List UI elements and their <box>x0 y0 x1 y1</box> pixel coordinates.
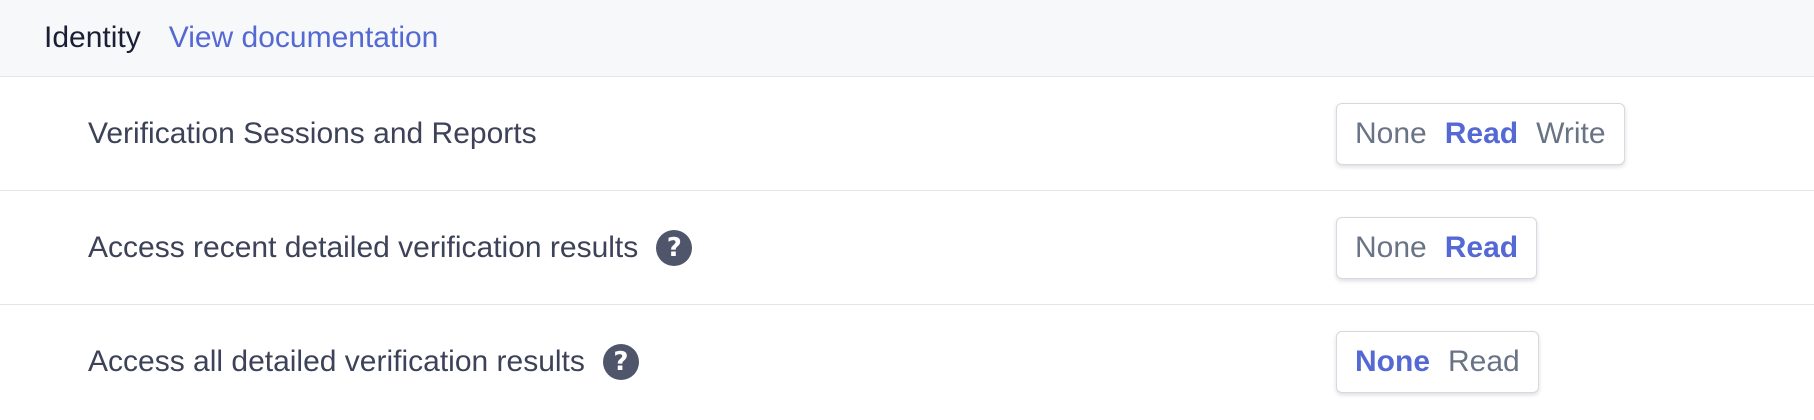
permission-label-wrap: Access all detailed verification results… <box>88 344 639 380</box>
section-header: Identity View documentation <box>0 0 1814 77</box>
permission-label: Verification Sessions and Reports <box>88 116 537 150</box>
permission-level-selector: None Read <box>1336 331 1539 393</box>
option-read[interactable]: Read <box>1448 345 1520 379</box>
permission-row-recent-detailed-results: Access recent detailed verification resu… <box>0 191 1814 305</box>
option-none[interactable]: None <box>1355 231 1427 265</box>
question-circle-icon[interactable]: ? <box>656 229 693 266</box>
question-circle-icon[interactable]: ? <box>602 344 639 380</box>
permission-row-all-detailed-results: Access all detailed verification results… <box>0 305 1814 419</box>
option-none[interactable]: None <box>1355 345 1430 379</box>
section-title: Identity <box>44 21 141 54</box>
permission-level-selector: None Read Write <box>1336 102 1625 165</box>
permission-row-verification-sessions: Verification Sessions and Reports None R… <box>0 77 1814 191</box>
permission-label-wrap: Verification Sessions and Reports <box>88 117 537 151</box>
permission-label: Access all detailed verification results <box>88 345 585 378</box>
option-read[interactable]: Read <box>1445 231 1518 265</box>
permission-level-selector: None Read <box>1336 216 1538 279</box>
option-read[interactable]: Read <box>1445 117 1518 151</box>
option-write[interactable]: Write <box>1536 117 1605 151</box>
option-none[interactable]: None <box>1355 117 1427 151</box>
view-documentation-link[interactable]: View documentation <box>169 21 439 55</box>
permission-label-wrap: Access recent detailed verification resu… <box>88 229 693 266</box>
permission-label: Access recent detailed verification resu… <box>88 230 639 264</box>
identity-permissions-panel: Identity View documentation Verification… <box>0 0 1814 420</box>
